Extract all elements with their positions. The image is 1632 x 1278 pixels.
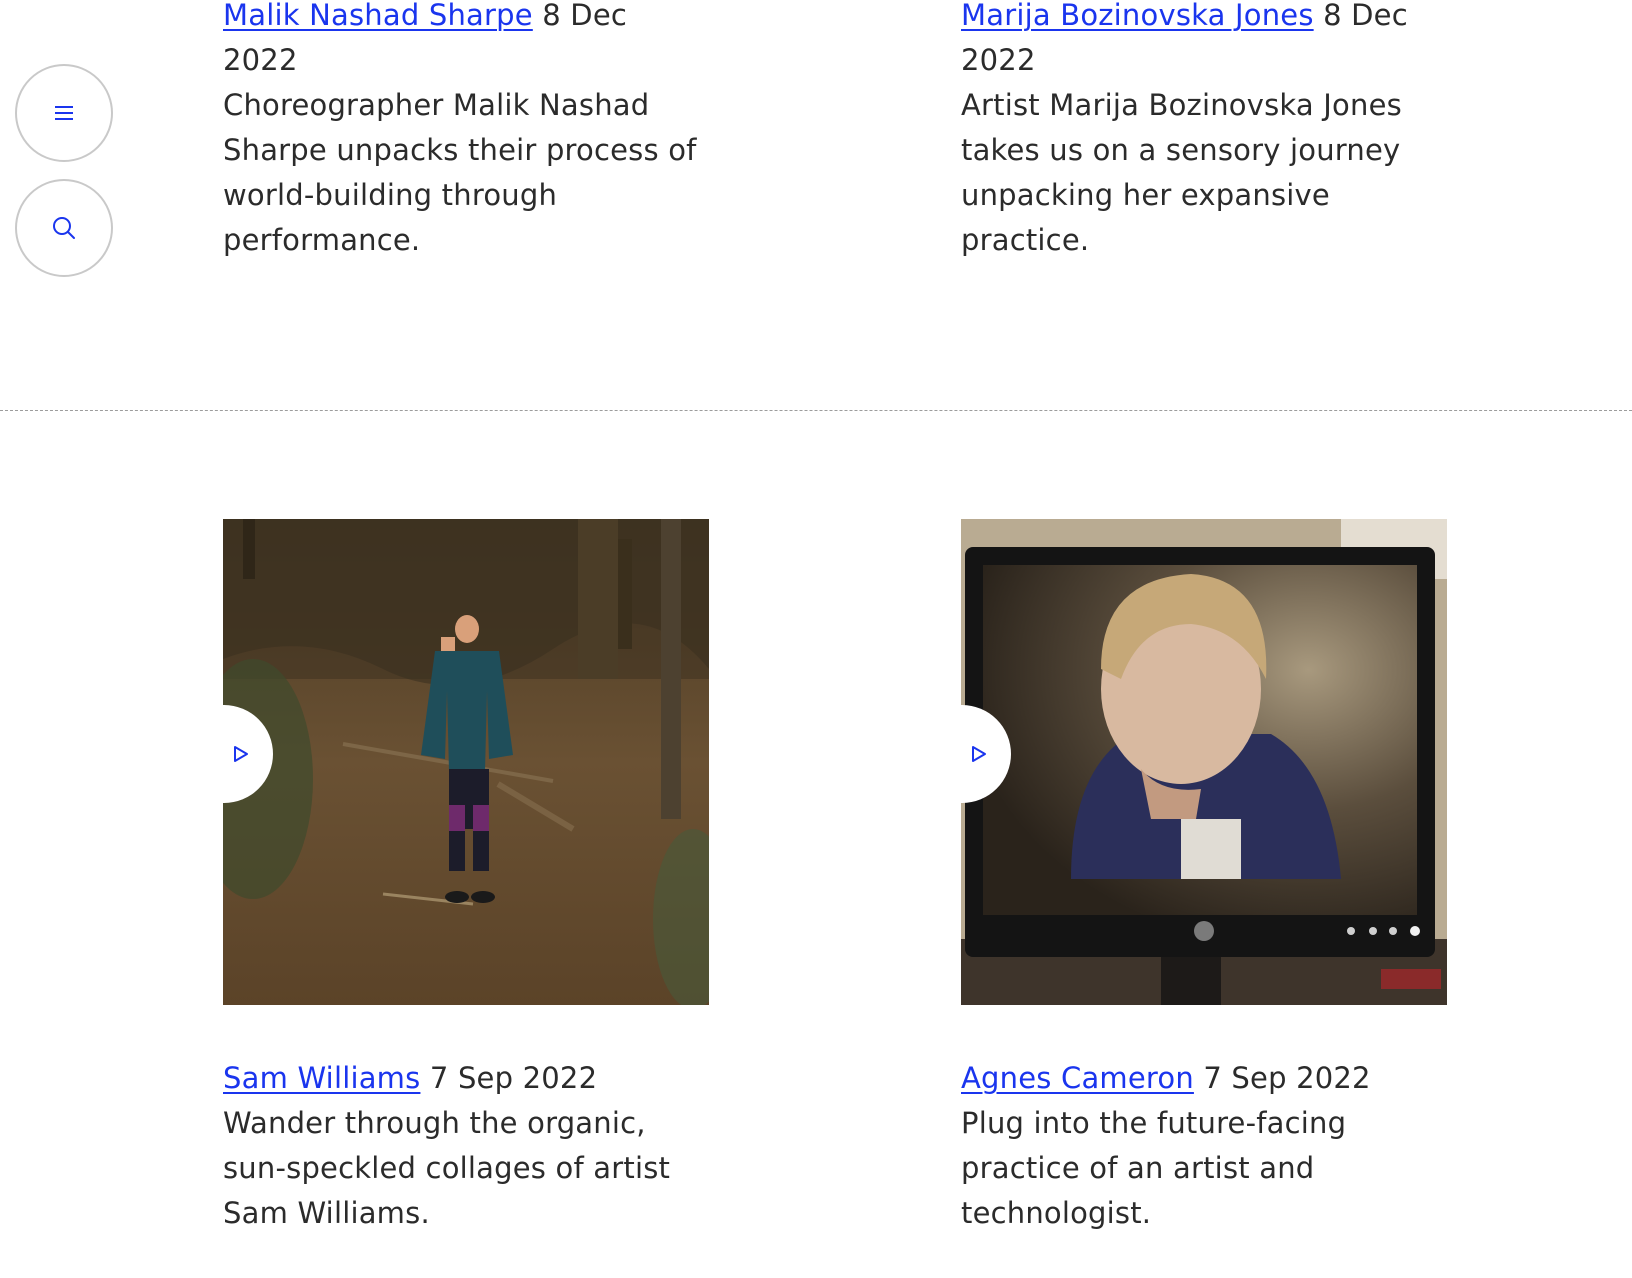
search-button[interactable] <box>15 179 113 277</box>
article-card: Sam Williams 7 Sep 2022 Wander through t… <box>223 1056 709 1236</box>
article-date: 7 Sep 2022 <box>1203 1061 1371 1095</box>
article-card: Agnes Cameron 7 Sep 2022 Plug into the f… <box>961 1056 1447 1236</box>
monitor-portrait-image <box>961 519 1447 1005</box>
section-divider <box>0 410 1632 411</box>
menu-button[interactable] <box>15 64 113 162</box>
author-link[interactable]: Agnes Cameron <box>961 1061 1194 1095</box>
article-description: Plug into the future-facing practice of … <box>961 1106 1347 1230</box>
play-icon <box>234 746 248 762</box>
forest-figure-image <box>223 519 709 1005</box>
article-text: Sam Williams 7 Sep 2022 Wander through t… <box>223 1056 709 1236</box>
hamburger-menu-icon <box>55 106 73 120</box>
play-icon <box>972 746 986 762</box>
video-thumbnail[interactable] <box>223 519 709 1005</box>
article-text: Marija Bozinovska Jones 8 Dec 2022 Artis… <box>961 0 1447 263</box>
article-description: Artist Marija Bozinovska Jones takes us … <box>961 88 1402 257</box>
author-link[interactable]: Marija Bozinovska Jones <box>961 0 1314 32</box>
article-card: Marija Bozinovska Jones 8 Dec 2022 Artis… <box>961 0 1447 263</box>
search-icon <box>53 217 75 239</box>
author-link[interactable]: Malik Nashad Sharpe <box>223 0 533 32</box>
author-link[interactable]: Sam Williams <box>223 1061 420 1095</box>
article-card: Malik Nashad Sharpe 8 Dec 2022 Choreogra… <box>223 0 709 263</box>
article-text: Malik Nashad Sharpe 8 Dec 2022 Choreogra… <box>223 0 709 263</box>
article-text: Agnes Cameron 7 Sep 2022 Plug into the f… <box>961 1056 1447 1236</box>
article-description: Wander through the organic, sun-speckled… <box>223 1106 671 1230</box>
video-thumbnail[interactable] <box>961 519 1447 1005</box>
article-date: 7 Sep 2022 <box>429 1061 598 1095</box>
article-description: Choreographer Malik Nashad Sharpe unpack… <box>223 88 697 257</box>
